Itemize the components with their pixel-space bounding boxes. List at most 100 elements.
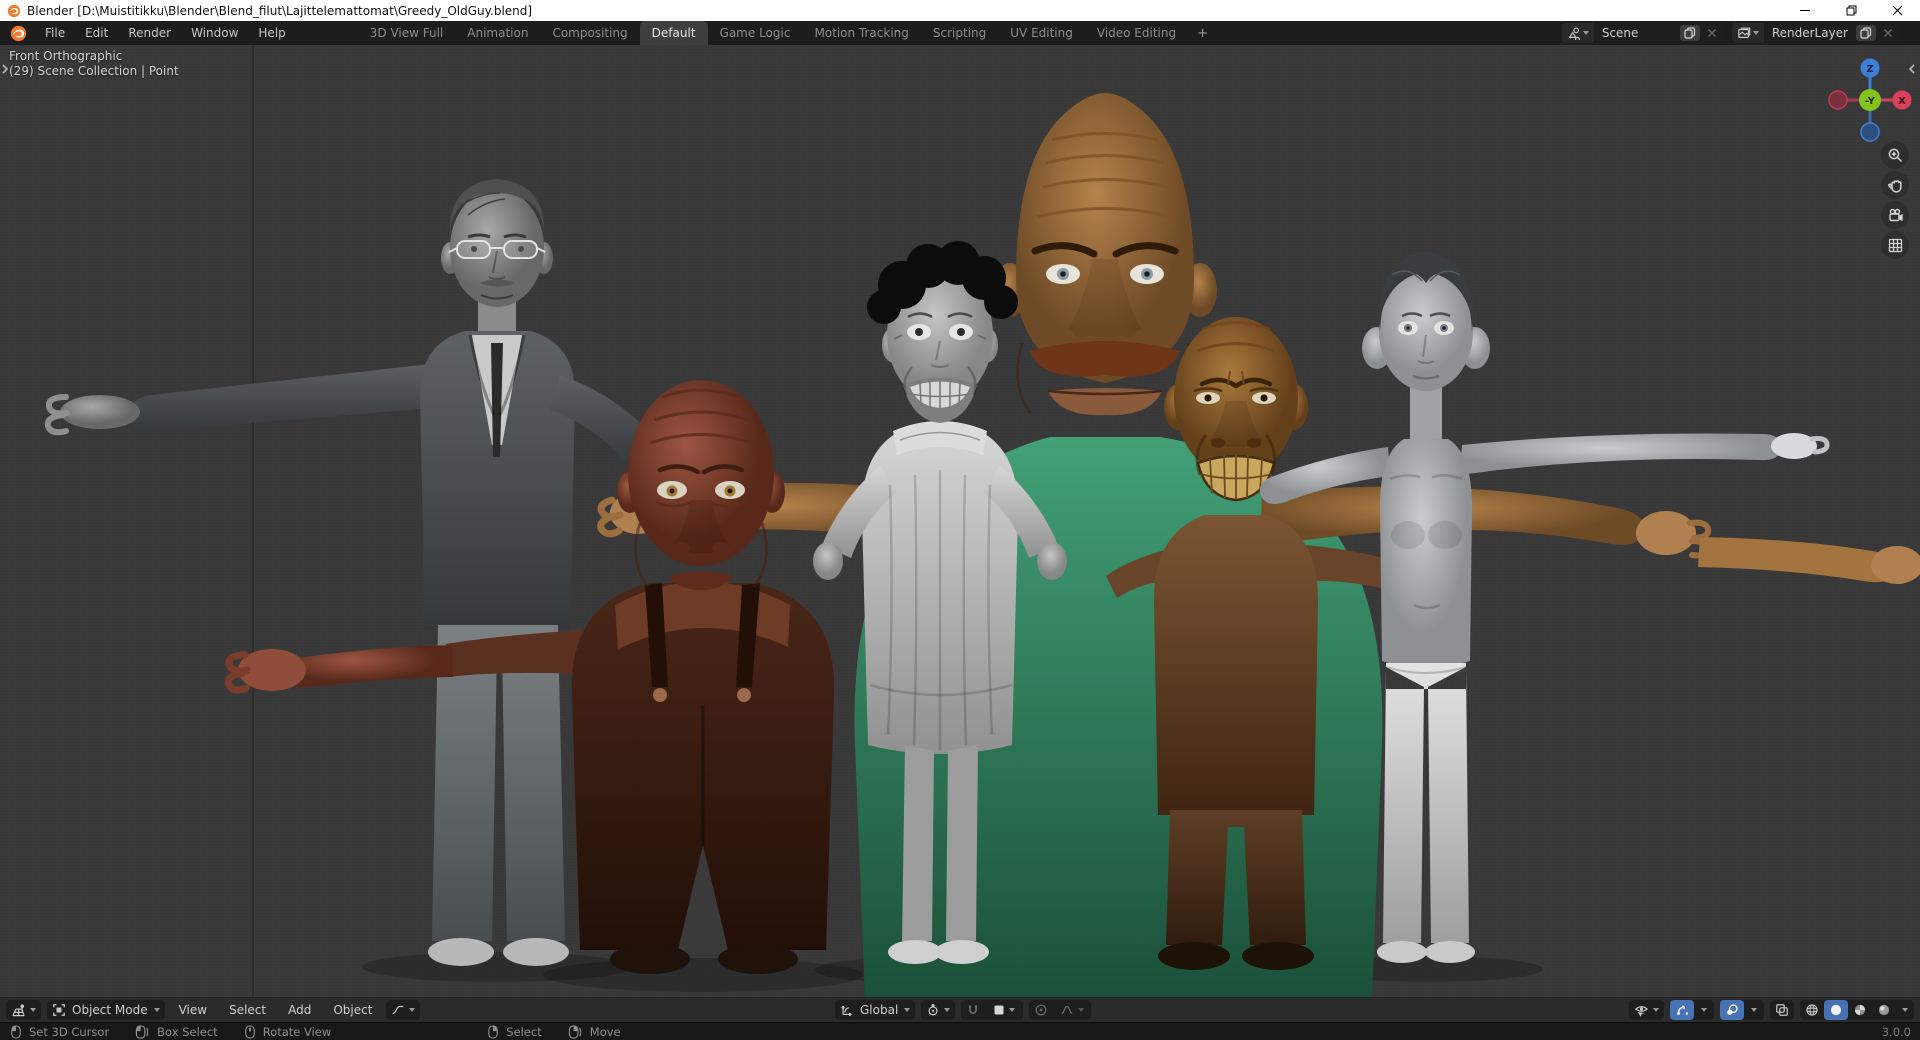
pan-button[interactable] [1881,171,1909,199]
tab-uv-editing[interactable]: UV Editing [998,21,1085,45]
navigation-gizmo[interactable]: Z X -Y [1825,55,1915,145]
chevron-down-icon [1701,1008,1707,1012]
viewport-overlay-text: Front Orthographic (29) Scene Collection… [9,49,179,79]
window-titlebar: Blender [D:\Muistitikku\Blender\Blend_fi… [0,0,1920,21]
svg-text:X: X [1898,96,1906,107]
tab-default[interactable]: Default [640,21,708,45]
toggle-xray-button[interactable] [1770,1000,1794,1020]
statusbar: Set 3D Cursor Box Select Rotate View Sel… [0,1022,1920,1040]
shading-rendered-button[interactable] [1872,1000,1896,1020]
blender-logo-icon[interactable] [0,21,35,45]
orientation-label: Global [858,1003,900,1017]
zoom-button[interactable] [1881,141,1909,169]
tab-motion-tracking[interactable]: Motion Tracking [802,21,920,45]
transform-orientation-icon [840,1003,854,1017]
tab-3d-view-full[interactable]: 3D View Full [358,21,456,45]
tab-scripting[interactable]: Scripting [921,21,998,45]
menu-object[interactable]: Object [325,1000,380,1020]
duplicate-icon[interactable] [1680,25,1700,41]
svg-text:-Y: -Y [1865,96,1876,107]
shading-rendered-icon [1877,1003,1891,1017]
chevron-down-icon [1009,1008,1015,1012]
menu-view[interactable]: View [171,1000,215,1020]
chevron-down-icon [1078,1008,1084,1012]
menu-file[interactable]: File [35,21,75,45]
tab-compositing[interactable]: Compositing [540,21,639,45]
show-overlays-toggle[interactable] [1720,1000,1744,1020]
close-icon[interactable] [1703,28,1721,38]
shading-solid-button[interactable] [1824,1000,1848,1020]
svg-text:Z: Z [1866,64,1873,75]
show-gizmo-toggle[interactable] [1670,1000,1694,1020]
duplicate-icon[interactable] [1856,25,1876,41]
renderlayer-datablock-icon[interactable] [1732,23,1764,43]
pivot-point-selector[interactable] [921,1000,955,1020]
perspective-ortho-button[interactable] [1881,231,1909,259]
chevron-down-icon [30,1008,36,1012]
mouse-left-drag-icon [135,1024,150,1040]
scene-datablock-icon[interactable] [1562,23,1594,43]
3d-viewport[interactable]: Front Orthographic (29) Scene Collection… [0,45,1920,997]
snap-toggle[interactable] [961,1000,985,1020]
tab-video-editing[interactable]: Video Editing [1085,21,1188,45]
ortho-grid-icon [1887,237,1904,254]
falloff-curve-icon [1060,1003,1074,1017]
editor-type-selector[interactable] [6,1000,41,1020]
object-visibility-icon [1634,1003,1649,1018]
scene-name[interactable]: Scene [1594,26,1680,40]
proportional-falloff-selector[interactable] [386,1000,420,1020]
menu-window[interactable]: Window [181,21,248,45]
shading-options-dropdown[interactable] [1896,1000,1914,1020]
blender-logo-icon [7,4,21,18]
menu-select[interactable]: Select [221,1000,274,1020]
chevron-down-icon [1753,31,1759,35]
editor-type-3d-viewport-icon [11,1003,26,1018]
snap-target-icon [993,1004,1005,1016]
hint-box-select: Box Select [135,1024,218,1040]
shading-mode-group [1800,1000,1914,1020]
camera-view-button[interactable] [1881,201,1909,229]
shading-wireframe-button[interactable] [1800,1000,1824,1020]
show-gizmo-icon [1675,1003,1689,1017]
mouse-left-icon [10,1024,22,1040]
pivot-point-icon [926,1003,940,1017]
camera-view-icon [1887,207,1904,224]
minimize-button[interactable] [1782,0,1828,21]
transform-orientation-selector[interactable]: Global [835,1000,915,1020]
hint-select: Select [487,1024,541,1040]
chevron-down-icon [1583,31,1589,35]
menu-help[interactable]: Help [248,21,295,45]
render-layer-name[interactable]: RenderLayer [1764,26,1856,40]
object-visibility-selector[interactable] [1629,1000,1664,1020]
menu-add[interactable]: Add [280,1000,319,1020]
tab-game-logic[interactable]: Game Logic [708,21,803,45]
axis-negz-handle [1861,123,1879,141]
axis-negx-handle [1829,91,1847,109]
menu-edit[interactable]: Edit [75,21,118,45]
close-icon[interactable] [1879,28,1897,38]
close-button[interactable] [1874,0,1920,21]
restore-button[interactable] [1828,0,1874,21]
render-layer-selector[interactable]: RenderLayer [1732,23,1900,43]
overlays-options-dropdown[interactable] [1744,1000,1764,1020]
shading-material-button[interactable] [1848,1000,1872,1020]
mouse-right-drag-icon [568,1024,583,1040]
mode-selector[interactable]: Object Mode [47,1000,165,1020]
collection-label: (29) Scene Collection | Point [9,64,179,79]
gizmo-options-dropdown[interactable] [1694,1000,1714,1020]
character-suit-man[interactable] [48,179,658,966]
chevron-down-icon [1751,1008,1757,1012]
object-mode-icon [52,1003,66,1017]
toolshelf-expand-arrow[interactable] [1,63,9,78]
chevron-down-icon [944,1008,950,1012]
topbar: File Edit Render Window Help 3D View Ful… [0,21,1920,45]
proportional-editing-toggle[interactable] [1029,1000,1053,1020]
falloff-curve-selector[interactable] [1053,1000,1091,1020]
shading-wireframe-icon [1805,1003,1819,1017]
menu-render[interactable]: Render [118,21,181,45]
hint-move: Move [568,1024,621,1040]
tab-animation[interactable]: Animation [455,21,540,45]
add-workspace-button[interactable]: + [1188,21,1217,45]
snap-target-selector[interactable] [985,1000,1023,1020]
scene-selector[interactable]: Scene [1562,23,1724,43]
